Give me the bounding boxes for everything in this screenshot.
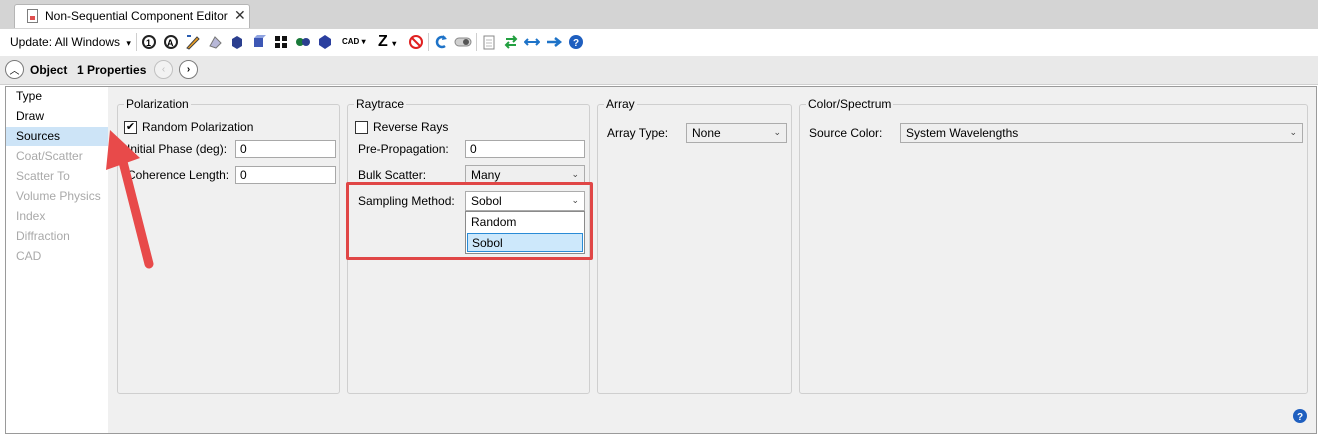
- previous-button[interactable]: ‹: [154, 60, 173, 79]
- object-label: Object: [30, 63, 68, 77]
- properties-panel: Polarization ✔ Random Polarization Initi…: [108, 86, 1317, 434]
- solid-model-icon[interactable]: [229, 34, 245, 50]
- annotation-arrow: [106, 130, 154, 269]
- hexagon-icon[interactable]: [317, 34, 333, 50]
- help-icon[interactable]: ?: [568, 34, 584, 50]
- toolbar-separator: [136, 33, 137, 51]
- toolbar: Update: All Windows ▾ 1 A CAD ▾ Z ▾ ?: [0, 29, 1318, 57]
- pre-propagation-input[interactable]: 0: [465, 140, 585, 158]
- tab-title: Non-Sequential Component Editor: [45, 9, 228, 23]
- help-icon[interactable]: ?: [1292, 408, 1308, 424]
- object-bar: ︿ Object 1 Properties ‹ ›: [0, 56, 1318, 85]
- chevron-down-icon: ▾: [361, 37, 366, 46]
- color-spectrum-title: Color/Spectrum: [806, 97, 894, 111]
- source-color-label: Source Color:: [809, 126, 883, 140]
- collapse-button[interactable]: ︿: [5, 60, 24, 79]
- reverse-rays-label: Reverse Rays: [373, 120, 449, 134]
- update-dropdown[interactable]: Update: All Windows ▾: [10, 35, 131, 49]
- annotation-highlight-box: [346, 182, 593, 260]
- list-item-sources[interactable]: Sources: [6, 127, 108, 146]
- resize-icon[interactable]: [524, 34, 540, 50]
- cad-dropdown[interactable]: CAD ▾: [342, 37, 366, 46]
- chevron-left-icon: ‹: [161, 64, 166, 75]
- z-dropdown[interactable]: Z ▾: [378, 33, 396, 51]
- list-item-type[interactable]: Type: [6, 87, 108, 106]
- list-item-diffraction[interactable]: Diffraction: [6, 227, 108, 246]
- reverse-rays-checkbox[interactable]: [355, 121, 368, 134]
- toolbar-separator: [428, 33, 429, 51]
- list-item-scatter-to[interactable]: Scatter To: [6, 167, 108, 186]
- refresh-all-icon[interactable]: A: [163, 34, 179, 50]
- polarization-title: Polarization: [124, 97, 191, 111]
- tab-editor[interactable]: Non-Sequential Component Editor ✕: [14, 4, 250, 28]
- document-icon: [27, 9, 38, 23]
- svg-text:1: 1: [146, 38, 151, 48]
- toggle-icon[interactable]: [454, 34, 472, 50]
- chevron-down-icon: ⌄: [571, 169, 579, 179]
- z-label: Z: [378, 33, 388, 50]
- coherence-length-input[interactable]: 0: [235, 166, 336, 184]
- chevron-down-icon: ⌄: [773, 127, 781, 137]
- svg-text:A: A: [167, 38, 174, 48]
- chevron-down-icon: ▾: [126, 38, 131, 48]
- list-item-draw[interactable]: Draw: [6, 107, 108, 126]
- swap-icon[interactable]: [503, 34, 519, 50]
- chevron-down-icon: ⌄: [1289, 127, 1297, 137]
- chevron-right-icon: ›: [186, 64, 191, 75]
- edit-icon[interactable]: [185, 34, 201, 50]
- array-group: Array Array Type: None ⌄: [597, 97, 792, 394]
- cad-label: CAD: [342, 37, 360, 46]
- array-title: Array: [604, 97, 637, 111]
- next-button[interactable]: ›: [179, 60, 198, 79]
- arrow-right-icon[interactable]: [546, 34, 562, 50]
- category-list: Type Draw Sources Coat/Scatter Scatter T…: [5, 86, 108, 434]
- shaded-model-icon[interactable]: [207, 34, 223, 50]
- svg-text:?: ?: [573, 38, 579, 49]
- chevron-up-icon: ︿: [9, 66, 20, 77]
- tab-strip: Non-Sequential Component Editor ✕: [0, 0, 1318, 30]
- close-icon[interactable]: ✕: [234, 7, 246, 24]
- undo-icon[interactable]: [433, 34, 449, 50]
- clipboard-icon[interactable]: [481, 34, 497, 50]
- list-item-coat-scatter[interactable]: Coat/Scatter: [6, 147, 108, 166]
- array-type-label: Array Type:: [607, 126, 669, 140]
- update-label: Update: All Windows: [10, 35, 121, 49]
- svg-text:?: ?: [1297, 412, 1303, 423]
- source-color-select[interactable]: System Wavelengths ⌄: [900, 123, 1303, 143]
- stop-icon[interactable]: [408, 34, 424, 50]
- bulk-scatter-label: Bulk Scatter:: [358, 168, 427, 182]
- refresh-icon[interactable]: 1: [141, 34, 157, 50]
- chevron-down-icon: ▾: [392, 39, 397, 48]
- pre-propagation-label: Pre-Propagation:: [358, 142, 449, 156]
- color-spectrum-group: Color/Spectrum Source Color: System Wave…: [799, 97, 1308, 394]
- initial-phase-input[interactable]: 0: [235, 140, 336, 158]
- list-item-index[interactable]: Index: [6, 207, 108, 226]
- cube-icon[interactable]: [251, 34, 267, 50]
- properties-label: 1 Properties: [77, 63, 147, 77]
- spheres-icon[interactable]: [295, 34, 311, 50]
- toolbar-separator: [476, 33, 477, 51]
- layout-icon[interactable]: [273, 34, 289, 50]
- list-item-volume-physics[interactable]: Volume Physics: [6, 187, 108, 206]
- raytrace-title: Raytrace: [354, 97, 407, 111]
- array-type-select[interactable]: None ⌄: [686, 123, 787, 143]
- list-item-cad[interactable]: CAD: [6, 247, 108, 266]
